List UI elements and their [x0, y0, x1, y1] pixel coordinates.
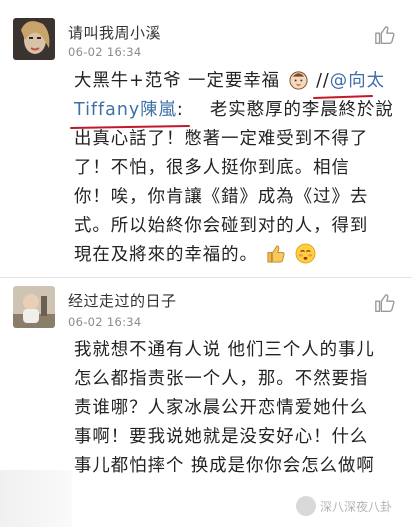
mention-suffix: :: [176, 100, 184, 120]
like-button[interactable]: [374, 292, 396, 314]
comment-line: 怎么都指责张一个人，那。不然要指: [74, 369, 369, 389]
comment-line: 大黑牛+范爷 一定要幸福 //@向太: [74, 67, 404, 96]
avatar[interactable]: [13, 18, 55, 60]
like-button[interactable]: [374, 24, 396, 46]
comment-body: 我就想不通有人说 他们三个人的事儿 怎么都指责张一个人，那。不然要指 责谁哪？人…: [74, 336, 404, 481]
comment-line: 式。所以始終你会碰到对的人，得到: [74, 216, 369, 236]
watermark: 深八深夜八卦: [296, 496, 392, 516]
comment-line: 現在及將來的幸福的。: [74, 241, 404, 270]
thumbs-up-emoji: [265, 243, 286, 264]
blushing-face-emoji: [295, 243, 316, 264]
comment-line: 出真心話了！憋著一定难受到不得了: [74, 129, 369, 149]
comment-line: 了！不怕，很多人挺你到底。相信: [74, 158, 350, 178]
username[interactable]: 请叫我周小溪: [68, 22, 161, 43]
watermark-text: 深八深夜八卦: [320, 500, 393, 514]
username[interactable]: 经过走过的日子: [68, 290, 177, 311]
comment-1: 请叫我周小溪 06-02 16:34 大黑牛+范爷 一定要幸福 //@向太 Ti…: [0, 0, 412, 290]
thumbs-up-icon: [375, 26, 395, 44]
comment-line: 我就想不通有人说 他们三个人的事儿: [74, 340, 375, 360]
timestamp: 06-02 16:34: [68, 45, 142, 59]
watermark-logo-icon: [296, 496, 316, 516]
comment-line: 责谁哪？人家冰晨公开恋情爱她什么: [74, 398, 369, 418]
comment-line: 事儿都怕摔个 换成是你你会怎么做啊: [74, 456, 375, 476]
comment-line: 你！唉，你肯讓《錯》成為《过》去: [74, 187, 369, 207]
thumbs-up-icon: [375, 294, 395, 312]
comment-line: Tiffany陳嵐: 老实憨厚的李晨終於說: [74, 96, 404, 125]
comment-text: 大黑牛+范爷 一定要幸福: [74, 71, 281, 91]
timestamp: 06-02 16:34: [68, 315, 142, 329]
comment-2: 经过走过的日子 06-02 16:34 我就想不通有人说 他们三个人的事儿 怎么…: [0, 278, 412, 478]
mention-link[interactable]: Tiffany陳嵐: [74, 100, 177, 120]
comment-text: 現在及將來的幸福的。: [74, 245, 258, 265]
mention-link[interactable]: @向太: [330, 71, 385, 91]
comment-text: 老实憨厚的李晨終於說: [209, 100, 394, 120]
next-comment-avatar: [0, 470, 72, 527]
comment-line: 事啊！要我说她就是没安好心！什么: [74, 427, 369, 447]
separator: //: [309, 71, 330, 91]
avatar[interactable]: [13, 286, 55, 328]
baby-face-emoji: [288, 69, 309, 90]
